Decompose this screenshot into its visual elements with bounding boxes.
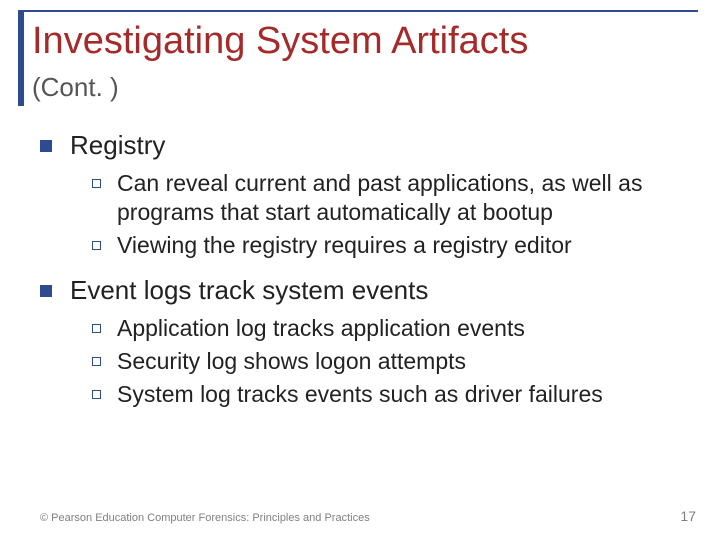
bullet-text: Viewing the registry requires a registry…	[117, 231, 572, 260]
square-bullet-icon	[40, 140, 52, 152]
slide: Investigating System Artifacts (Cont. ) …	[0, 0, 720, 540]
subbullet-group: Application log tracks application event…	[92, 314, 680, 408]
subbullet-group: Can reveal current and past applications…	[92, 169, 680, 259]
bullet-level2: Application log tracks application event…	[92, 314, 680, 343]
bullet-level2: Security log shows logon attempts	[92, 347, 680, 376]
title-accent-bar	[18, 10, 24, 106]
hollow-square-bullet-icon	[92, 324, 101, 333]
bullet-level2: Can reveal current and past applications…	[92, 169, 680, 227]
hollow-square-bullet-icon	[92, 241, 101, 250]
square-bullet-icon	[40, 285, 52, 297]
bullet-level2: System log tracks events such as driver …	[92, 380, 680, 409]
slide-subtitle: (Cont. )	[32, 72, 119, 103]
page-number: 17	[680, 508, 696, 524]
hollow-square-bullet-icon	[92, 390, 101, 399]
slide-title: Investigating System Artifacts	[32, 20, 528, 63]
title-rule	[18, 10, 698, 12]
bullet-level1: Event logs track system events	[40, 275, 680, 306]
bullet-text: System log tracks events such as driver …	[117, 380, 603, 409]
bullet-level1: Registry	[40, 130, 680, 161]
bullet-text: Application log tracks application event…	[117, 314, 525, 343]
bullet-level2: Viewing the registry requires a registry…	[92, 231, 680, 260]
bullet-text: Event logs track system events	[70, 275, 428, 306]
slide-body: Registry Can reveal current and past app…	[40, 130, 680, 425]
footer-copyright: © Pearson Education Computer Forensics: …	[40, 512, 370, 524]
hollow-square-bullet-icon	[92, 357, 101, 366]
bullet-text: Security log shows logon attempts	[117, 347, 466, 376]
bullet-text: Registry	[70, 130, 165, 161]
bullet-text: Can reveal current and past applications…	[117, 169, 680, 227]
hollow-square-bullet-icon	[92, 179, 101, 188]
